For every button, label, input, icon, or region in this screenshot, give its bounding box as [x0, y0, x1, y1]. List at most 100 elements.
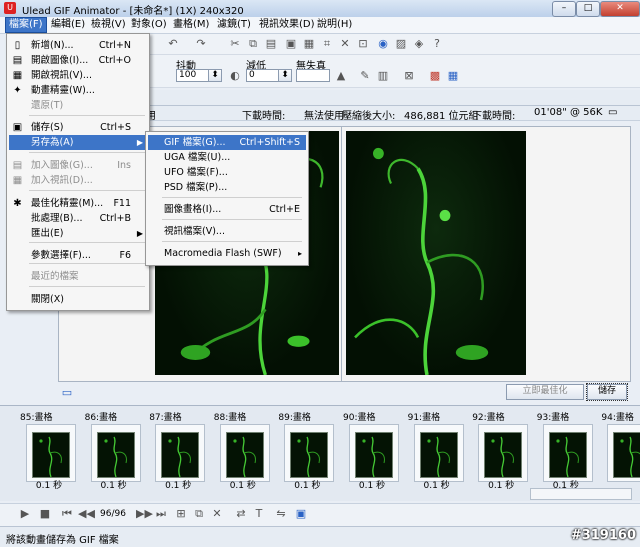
save-as-menu-item[interactable]: 視訊檔案(V)...: [148, 224, 306, 239]
add-frame-icon[interactable]: ⊞: [174, 507, 188, 521]
cut-icon[interactable]: ✂: [228, 37, 242, 51]
lossless-icon[interactable]: ▲: [334, 69, 348, 83]
menu-edit[interactable]: 編輯(E): [48, 18, 88, 32]
color-edit-icon[interactable]: ✎: [358, 69, 372, 83]
preview-toggle-icon[interactable]: ⊠: [402, 69, 416, 83]
frame-thumbnail[interactable]: 85:畫格 0.1 秒: [18, 410, 80, 491]
frame-thumbnail[interactable]: 89:畫格 0.1 秒: [276, 410, 338, 491]
optimize-now-button[interactable]: 立即最佳化: [506, 384, 584, 400]
frame-delay: 0.1 秒: [488, 481, 515, 491]
frame-scrollbar[interactable]: [530, 488, 632, 500]
properties-icon[interactable]: ▣: [294, 507, 308, 521]
menu-separator: [162, 219, 302, 220]
first-frame-icon[interactable]: ⏮: [60, 507, 74, 521]
last-frame-icon[interactable]: ⏭: [154, 507, 168, 521]
frame-thumbnail[interactable]: 94:畫格: [599, 410, 640, 490]
save-as-menu-item[interactable]: GIF 檔案(G)... Ctrl+Shift+S: [148, 135, 306, 150]
file-menu-item: 還原(T): [9, 98, 147, 113]
frame-thumbnail[interactable]: 90:畫格 0.1 秒: [341, 410, 403, 491]
file-menu-item[interactable]: ▤ 開啟圖像(I)... Ctrl+O: [9, 53, 147, 68]
menu-video-effects[interactable]: 視訊效果(D): [256, 18, 318, 32]
maximize-button[interactable]: □: [576, 1, 600, 17]
file-menu-item[interactable]: ▦ 開啟視訊(V)...: [9, 68, 147, 83]
tool-icon[interactable]: ⊡: [356, 37, 370, 51]
file-menu-item-shortcut: Ctrl+O: [98, 55, 131, 66]
reduce-spin[interactable]: ⬍: [278, 69, 292, 82]
menu-file[interactable]: 檔案(F): [5, 17, 47, 33]
menu-separator: [29, 152, 145, 153]
save-toolbar-icon[interactable]: ▣: [284, 37, 298, 51]
file-menu-item[interactable]: 匯出(E) ▶: [9, 226, 147, 241]
frame-thumbnail[interactable]: 86:畫格 0.1 秒: [83, 410, 145, 491]
app-icon[interactable]: U: [4, 2, 16, 14]
menu-view[interactable]: 檢視(V): [88, 18, 129, 32]
dither-icon[interactable]: ◐: [228, 69, 242, 83]
download-time-label: 下載時間:: [242, 111, 286, 122]
duplicate-frame-icon[interactable]: ⧉: [192, 507, 206, 521]
save-as-menu-item[interactable]: Macromedia Flash (SWF) ▸: [148, 246, 306, 261]
file-menu-item: ▦ 加入視訊(D)...: [9, 173, 147, 188]
menu-object[interactable]: 對象(O): [128, 18, 170, 32]
file-menu-item[interactable]: ▣ 儲存(S) Ctrl+S: [9, 120, 147, 135]
save-as-menu-item[interactable]: UGA 檔案(U)...: [148, 150, 306, 165]
color-table-icon[interactable]: ▩: [428, 69, 442, 83]
text-icon[interactable]: T: [252, 507, 266, 521]
frame-thumbnail[interactable]: 92:畫格 0.1 秒: [470, 410, 532, 491]
delete-frame-icon[interactable]: ✕: [210, 507, 224, 521]
reverse-icon[interactable]: ⇋: [274, 507, 288, 521]
frame-props-icon[interactable]: ▦: [302, 37, 316, 51]
palette-icon[interactable]: ▥: [376, 69, 390, 83]
crop-icon[interactable]: ⌗: [320, 37, 334, 51]
help-icon[interactable]: ?: [430, 37, 444, 51]
file-menu-item[interactable]: ✱ 最佳化精靈(M)... F11: [9, 196, 147, 211]
menu-frame[interactable]: 畫格(M): [170, 18, 212, 32]
frame-thumbnail[interactable]: 93:畫格 0.1 秒: [535, 410, 597, 491]
file-menu-item[interactable]: 參數選擇(F)... F6: [9, 248, 147, 263]
save-button[interactable]: 儲存: [586, 383, 628, 401]
next-frame-icon[interactable]: ▶▶: [136, 507, 153, 521]
frame-image: [419, 432, 458, 478]
file-menu-item[interactable]: ▯ 新增(N)... Ctrl+N: [9, 38, 147, 53]
file-menu-item[interactable]: 批處理(B)... Ctrl+B: [9, 211, 147, 226]
file-menu-item[interactable]: ✦ 動畫精靈(W)...: [9, 83, 147, 98]
undo-icon[interactable]: ↶: [166, 37, 180, 51]
frame-thumbnail[interactable]: 88:畫格 0.1 秒: [212, 410, 274, 491]
menu-filter[interactable]: 濾鏡(T): [214, 18, 254, 32]
prev-frame-icon[interactable]: ◀◀: [78, 507, 95, 521]
frame-artwork: [362, 436, 385, 477]
minimize-button[interactable]: –: [552, 1, 576, 17]
save-as-item-label: 視訊檔案(V)...: [164, 226, 225, 237]
frame-artwork: [297, 436, 321, 477]
stop-icon[interactable]: ■: [38, 507, 52, 521]
frame-thumbnail[interactable]: 91:畫格 0.1 秒: [406, 410, 468, 491]
save-as-menu-item[interactable]: PSD 檔案(P)...: [148, 180, 306, 195]
optimize-icon[interactable]: ◈: [412, 37, 426, 51]
close-button[interactable]: ✕: [600, 1, 640, 17]
paste-icon[interactable]: ▤: [264, 37, 278, 51]
delete-icon[interactable]: ✕: [338, 37, 352, 51]
globe-icon[interactable]: ◉: [376, 37, 390, 51]
file-menu-item[interactable]: 另存為(A) ▶: [9, 135, 147, 150]
redo-icon[interactable]: ↷: [194, 37, 208, 51]
frame-label: 90:畫格: [343, 413, 376, 423]
tween-icon[interactable]: ⇄: [234, 507, 248, 521]
file-menu-item[interactable]: 關閉(X): [9, 292, 147, 307]
menu-separator: [162, 197, 302, 198]
pane-toggle-icon[interactable]: ▭: [60, 386, 74, 400]
color-grid-icon[interactable]: ▦: [446, 69, 460, 83]
save-as-item-label: UFO 檔案(F)...: [164, 167, 228, 178]
preview-icon[interactable]: ▨: [394, 37, 408, 51]
play-icon[interactable]: ▶: [18, 507, 32, 521]
save-as-menu-item[interactable]: UFO 檔案(F)...: [148, 165, 306, 180]
frame-label: 93:畫格: [536, 413, 570, 423]
frame-delay: 0.1 秒: [229, 481, 256, 491]
jitter-spin[interactable]: ⬍: [208, 69, 222, 82]
frame-thumbnail[interactable]: 87:畫格 0.1 秒: [147, 410, 209, 491]
copy-icon[interactable]: ⧉: [246, 37, 260, 51]
save-as-menu-item[interactable]: 圖像畫格(I)... Ctrl+E: [148, 202, 306, 217]
lossless-input[interactable]: [296, 69, 330, 82]
frame-artwork: [39, 436, 62, 477]
jitter-input[interactable]: 100: [176, 69, 210, 82]
menu-help[interactable]: 說明(H): [314, 18, 355, 32]
reduce-input[interactable]: 0: [246, 69, 280, 82]
